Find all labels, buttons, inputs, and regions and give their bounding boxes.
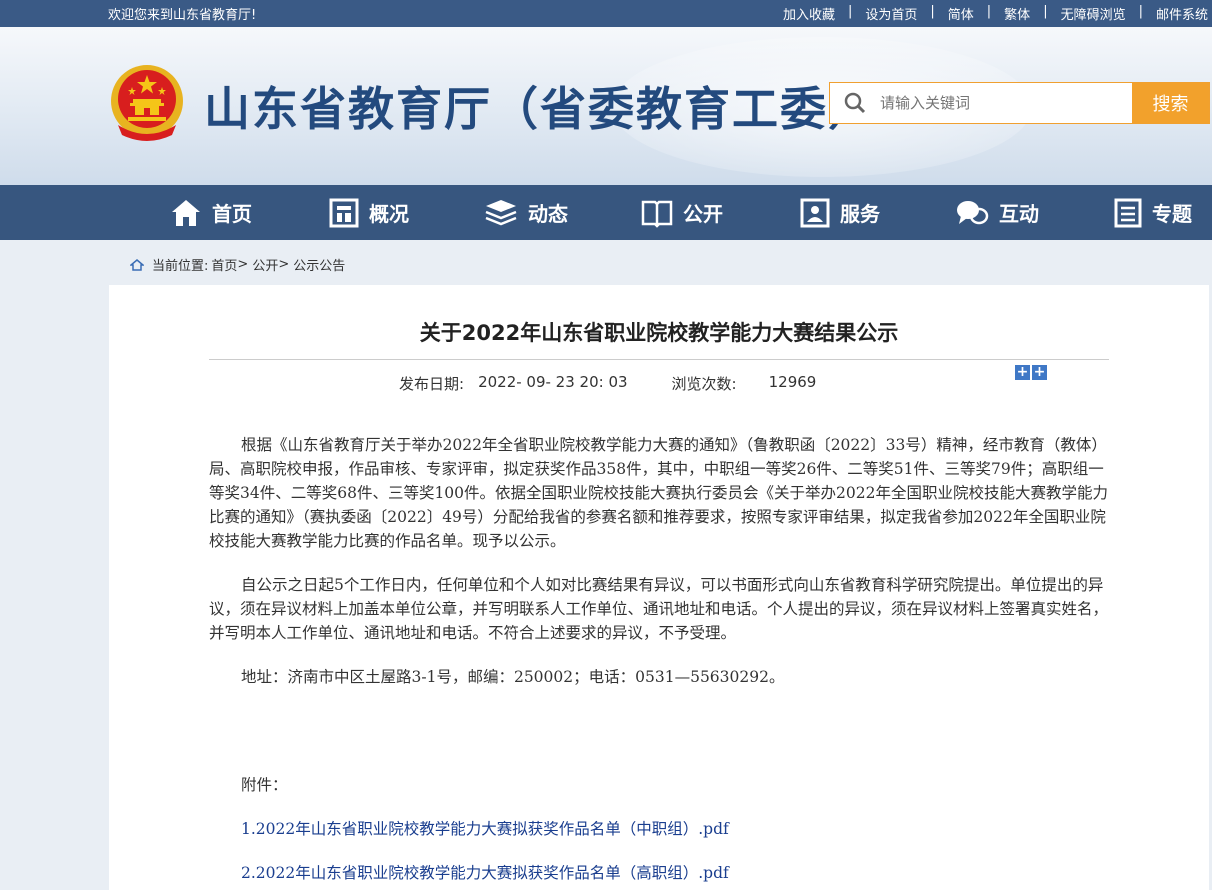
- simplified-chinese-link[interactable]: 简体: [948, 4, 974, 23]
- search-box: 搜索: [829, 82, 1210, 124]
- article-body: 根据《山东省教育厅关于举办2022年全省职业院校教学能力大赛的通知》（鲁教职函〔…: [209, 433, 1109, 890]
- nav-item-label: 概况: [369, 202, 409, 226]
- search-icon: [830, 83, 880, 123]
- separator: |: [1043, 4, 1048, 19]
- home-icon: [130, 258, 144, 271]
- title-divider: [209, 359, 1109, 360]
- attachments-label: 附件：: [241, 776, 288, 794]
- nav-item-interaction[interactable]: 互动: [955, 185, 1039, 240]
- service-icon: [800, 198, 830, 227]
- breadcrumb: 当前位置: 首页 > 公开 > 公示公告: [130, 255, 345, 274]
- date-value: 2022- 09- 23 20: 03: [478, 373, 628, 391]
- set-homepage-link[interactable]: 设为首页: [865, 4, 917, 23]
- nav-item-label: 互动: [999, 202, 1039, 226]
- article-paragraph: 根据《山东省教育厅关于举办2022年全省职业院校教学能力大赛的通知》（鲁教职函〔…: [209, 436, 1108, 550]
- stack-icon: [485, 199, 517, 225]
- top-links: 加入收藏 | 设为首页 | 简体 | 繁体 | 无障碍浏览 | 邮件系统: [783, 4, 1208, 23]
- document-icon: [1114, 198, 1142, 227]
- separator: |: [986, 4, 992, 19]
- add-favorite-link[interactable]: 加入收藏: [783, 4, 835, 23]
- nav-item-overview[interactable]: 概况: [329, 185, 409, 240]
- nav-item-label: 服务: [840, 202, 880, 226]
- separator: |: [847, 4, 853, 19]
- national-emblem-icon[interactable]: [108, 63, 186, 143]
- breadcrumb-prefix: 当前位置:: [152, 259, 209, 274]
- nav-item-news[interactable]: 动态: [484, 185, 568, 240]
- enlarge-font-button[interactable]: +: [1015, 365, 1030, 380]
- article-paragraph: 自公示之日起5个工作日内，任何单位和个人如对比赛结果有异议，可以书面形式向山东省…: [209, 576, 1109, 642]
- nav-item-public[interactable]: 公开: [641, 185, 723, 240]
- site-title: 山东省教育厅（省委教育工委）: [204, 82, 876, 136]
- views-value: 12969: [768, 373, 817, 391]
- nav-item-label: 公开: [683, 202, 723, 226]
- nav-item-label: 专题: [1152, 202, 1192, 226]
- welcome-text: 欢迎您来到山东省教育厅!: [108, 8, 257, 23]
- date-label: 发布日期:: [399, 375, 465, 393]
- mail-system-link[interactable]: 邮件系统: [1156, 4, 1208, 23]
- article-title: 关于2022年山东省职业院校教学能力大赛结果公示: [419, 321, 899, 345]
- traditional-chinese-link[interactable]: 繁体: [1004, 4, 1030, 23]
- font-size-controls: + +: [1015, 365, 1049, 380]
- main-nav: 首页 概况 动态 公开 服务 互动 专题: [0, 185, 1212, 240]
- top-bar: 欢迎您来到山东省教育厅! 加入收藏 | 设为首页 | 简体 | 繁体 | 无障碍…: [0, 0, 1212, 27]
- article-paragraph: 地址：济南市中区土屋路3-1号，邮编：250002；电话：0531—556302…: [241, 668, 785, 686]
- home-icon: [172, 199, 200, 226]
- breadcrumb-home[interactable]: 首页: [211, 255, 237, 274]
- breadcrumb-separator: >: [237, 257, 249, 272]
- chat-icon: [957, 200, 989, 224]
- nav-item-home[interactable]: 首页: [170, 185, 252, 240]
- separator: |: [930, 4, 935, 19]
- nav-item-service[interactable]: 服务: [800, 185, 880, 240]
- site-header: 山东省教育厅（省委教育工委） 搜索: [0, 27, 1212, 185]
- nav-item-label: 动态: [528, 202, 568, 226]
- search-input[interactable]: [880, 83, 1132, 123]
- breadcrumb-announcements[interactable]: 公示公告: [293, 255, 345, 274]
- book-icon: [641, 200, 673, 228]
- building-icon: [329, 198, 359, 227]
- enlarge-font-button-2[interactable]: +: [1032, 365, 1047, 380]
- separator: |: [1138, 4, 1143, 19]
- article-meta: 发布日期: 2022- 09- 23 20: 03 浏览次数: 12969: [399, 373, 816, 394]
- nav-item-label: 首页: [212, 202, 252, 226]
- accessibility-link[interactable]: 无障碍浏览: [1061, 4, 1126, 23]
- breadcrumb-public[interactable]: 公开: [252, 255, 278, 274]
- breadcrumb-separator: >: [278, 257, 290, 272]
- attachment-link-higher[interactable]: 2.2022年山东省职业院校教学能力大赛拟获奖作品名单（高职组）.pdf: [209, 861, 1109, 885]
- attachment-link-secondary[interactable]: 1.2022年山东省职业院校教学能力大赛拟获奖作品名单（中职组）.pdf: [209, 817, 1109, 841]
- nav-item-topics[interactable]: 专题: [1114, 185, 1192, 240]
- search-button[interactable]: 搜索: [1132, 83, 1209, 123]
- article-panel: 关于2022年山东省职业院校教学能力大赛结果公示 发布日期: 2022- 09-…: [109, 285, 1209, 890]
- views-label: 浏览次数:: [671, 375, 737, 393]
